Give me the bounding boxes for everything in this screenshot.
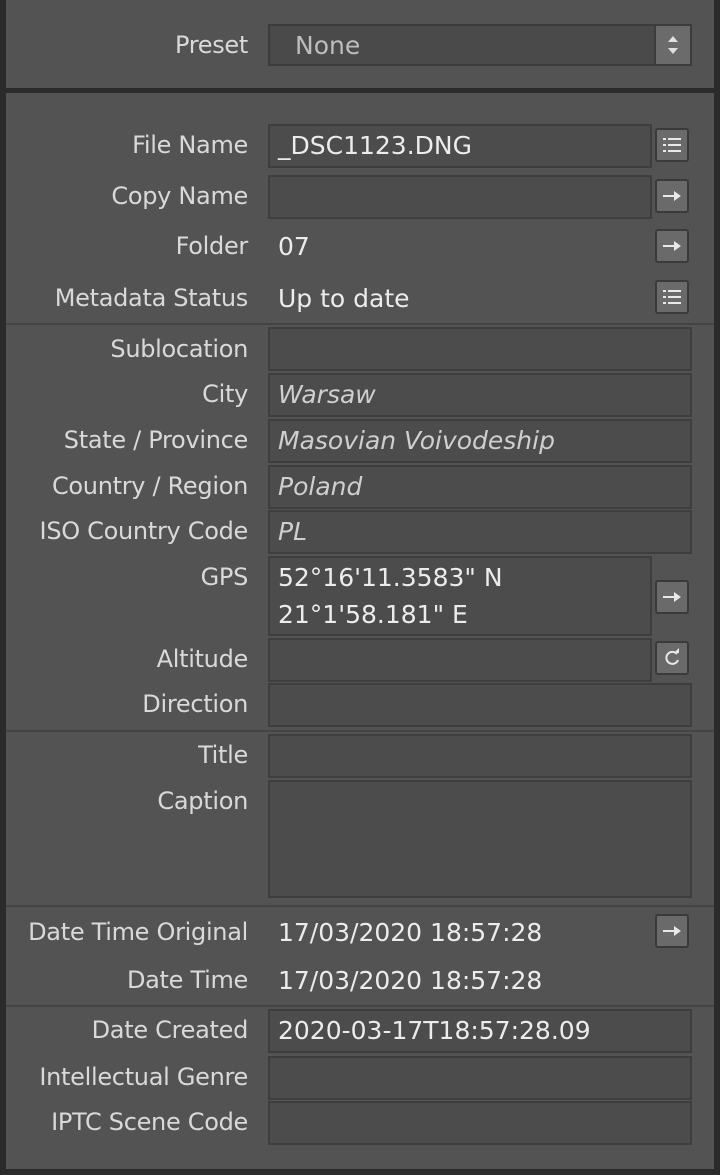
metadata-status-list-button[interactable]: [655, 280, 689, 314]
copy-name-label: Copy Name: [111, 182, 248, 210]
metadata-status-label: Metadata Status: [54, 284, 249, 312]
folder-arrow-button[interactable]: [655, 229, 689, 263]
altitude-refresh-button[interactable]: [655, 641, 689, 675]
intellectual-genre-field[interactable]: [268, 1056, 692, 1100]
file-name-label: File Name: [132, 131, 248, 159]
iso-country-code-value: PL: [278, 517, 308, 546]
date-time-label: Date Time: [126, 966, 248, 994]
section-divider: [6, 905, 714, 907]
gps-longitude-value: 21°1'58.181" E: [278, 600, 468, 629]
iptc-scene-code-label: IPTC Scene Code: [51, 1108, 248, 1136]
arrow-right-icon: [663, 191, 681, 201]
sublocation-label: Sublocation: [110, 335, 248, 363]
gps-label: GPS: [200, 563, 249, 591]
date-time-original-value: 17/03/2020 18:57:28: [278, 918, 543, 947]
iptc-scene-code-field[interactable]: [268, 1101, 692, 1145]
folder-label: Folder: [175, 232, 249, 260]
city-label: City: [202, 380, 248, 408]
direction-label: Direction: [142, 690, 248, 718]
iso-country-code-label: ISO Country Code: [39, 517, 249, 545]
preset-label: Preset: [174, 31, 248, 59]
arrow-right-icon: [663, 926, 681, 936]
file-name-list-button[interactable]: [655, 128, 689, 162]
intellectual-genre-label: Intellectual Genre: [39, 1063, 248, 1091]
metadata-status-value: Up to date: [278, 284, 410, 313]
arrow-right-icon: [663, 592, 681, 602]
section-divider: [6, 1005, 714, 1007]
altitude-field[interactable]: [268, 638, 652, 682]
preset-value: None: [295, 31, 361, 60]
title-label: Title: [198, 741, 248, 769]
caption-field[interactable]: [268, 780, 692, 898]
city-value: Warsaw: [278, 380, 376, 409]
gps-latitude-value: 52°16'11.3583" N: [278, 563, 503, 592]
date-created-label: Date Created: [91, 1016, 249, 1044]
iso-country-code-field[interactable]: [268, 510, 692, 554]
date-time-value: 17/03/2020 18:57:28: [278, 966, 543, 995]
list-icon: [663, 290, 681, 304]
title-field[interactable]: [268, 734, 692, 778]
caption-label: Caption: [157, 787, 248, 815]
section-divider: [6, 730, 714, 732]
copy-name-field[interactable]: [268, 175, 652, 219]
country-label: Country / Region: [51, 472, 248, 500]
gps-arrow-button[interactable]: [655, 580, 689, 614]
state-value: Masovian Voivodeship: [278, 426, 555, 455]
date-time-original-label: Date Time Original: [28, 918, 248, 946]
altitude-label: Altitude: [156, 645, 249, 673]
list-icon: [663, 138, 681, 152]
folder-value: 07: [278, 232, 310, 261]
preset-stepper[interactable]: [654, 24, 692, 66]
sublocation-field[interactable]: [268, 327, 692, 371]
arrow-right-icon: [663, 241, 681, 251]
file-name-value: _DSC1123.DNG: [278, 131, 472, 160]
up-down-stepper-icon: [668, 36, 678, 54]
country-value: Poland: [278, 472, 363, 501]
direction-field[interactable]: [268, 683, 692, 727]
state-label: State / Province: [63, 426, 249, 454]
section-divider: [6, 323, 714, 325]
copy-name-arrow-button[interactable]: [655, 179, 689, 213]
refresh-icon: [665, 648, 679, 665]
date-created-value: 2020-03-17T18:57:28.09: [278, 1016, 591, 1045]
date-time-original-arrow-button[interactable]: [655, 914, 689, 948]
